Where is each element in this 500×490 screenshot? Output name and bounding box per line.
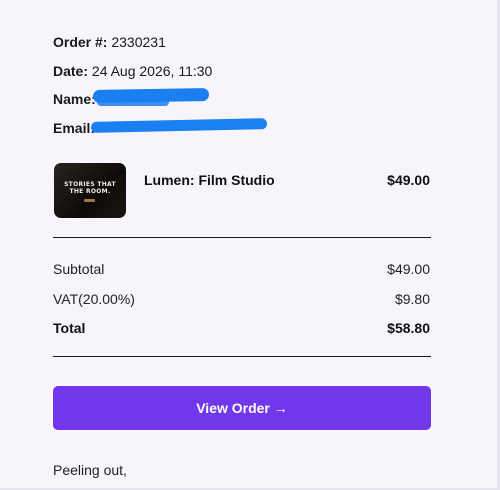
- vat-value: $9.80: [394, 291, 430, 307]
- product-thumbnail: STORIES THAT THE ROOM.: [54, 163, 126, 218]
- signoff-text: Peeling out,: [53, 462, 127, 478]
- subtotal-value: $49.00: [387, 261, 430, 277]
- customer-email-redaction: [90, 118, 268, 133]
- divider: [53, 356, 431, 357]
- order-number-value: 2330231: [111, 34, 166, 50]
- view-order-button[interactable]: View Order →: [53, 386, 431, 430]
- order-date-label: Date:: [53, 63, 89, 79]
- thumbnail-text: STORIES THAT THE ROOM.: [54, 181, 126, 195]
- order-date-value: 24 Aug 2026, 11:30: [91, 63, 213, 79]
- thumbnail-line-2: THE ROOM.: [69, 188, 111, 195]
- thumbnail-line-1: STORIES THAT: [64, 181, 116, 188]
- total-label: Total: [53, 320, 86, 336]
- customer-name-redaction-tail: [97, 98, 169, 106]
- vat-label: VAT(20.00%): [53, 291, 135, 307]
- customer-email-label: Email:: [53, 120, 96, 136]
- customer-email-row: Email:: [53, 120, 95, 136]
- divider: [53, 237, 431, 238]
- order-date-row: Date: 24 Aug 2026, 11:30: [53, 63, 212, 79]
- customer-name-label: Name:: [53, 91, 96, 107]
- customer-name-row: Name:: [53, 91, 96, 107]
- order-number-label: Order #:: [53, 34, 108, 50]
- thumbnail-button-shape: [84, 199, 95, 202]
- total-value: $58.80: [387, 320, 430, 336]
- subtotal-label: Subtotal: [53, 261, 105, 277]
- email-receipt: Order #: 2330231 Date: 24 Aug 2026, 11:3…: [0, 0, 500, 490]
- order-number-row: Order #: 2330231: [53, 34, 166, 50]
- product-name: Lumen: Film Studio: [144, 172, 275, 188]
- product-price: $49.00: [387, 172, 430, 188]
